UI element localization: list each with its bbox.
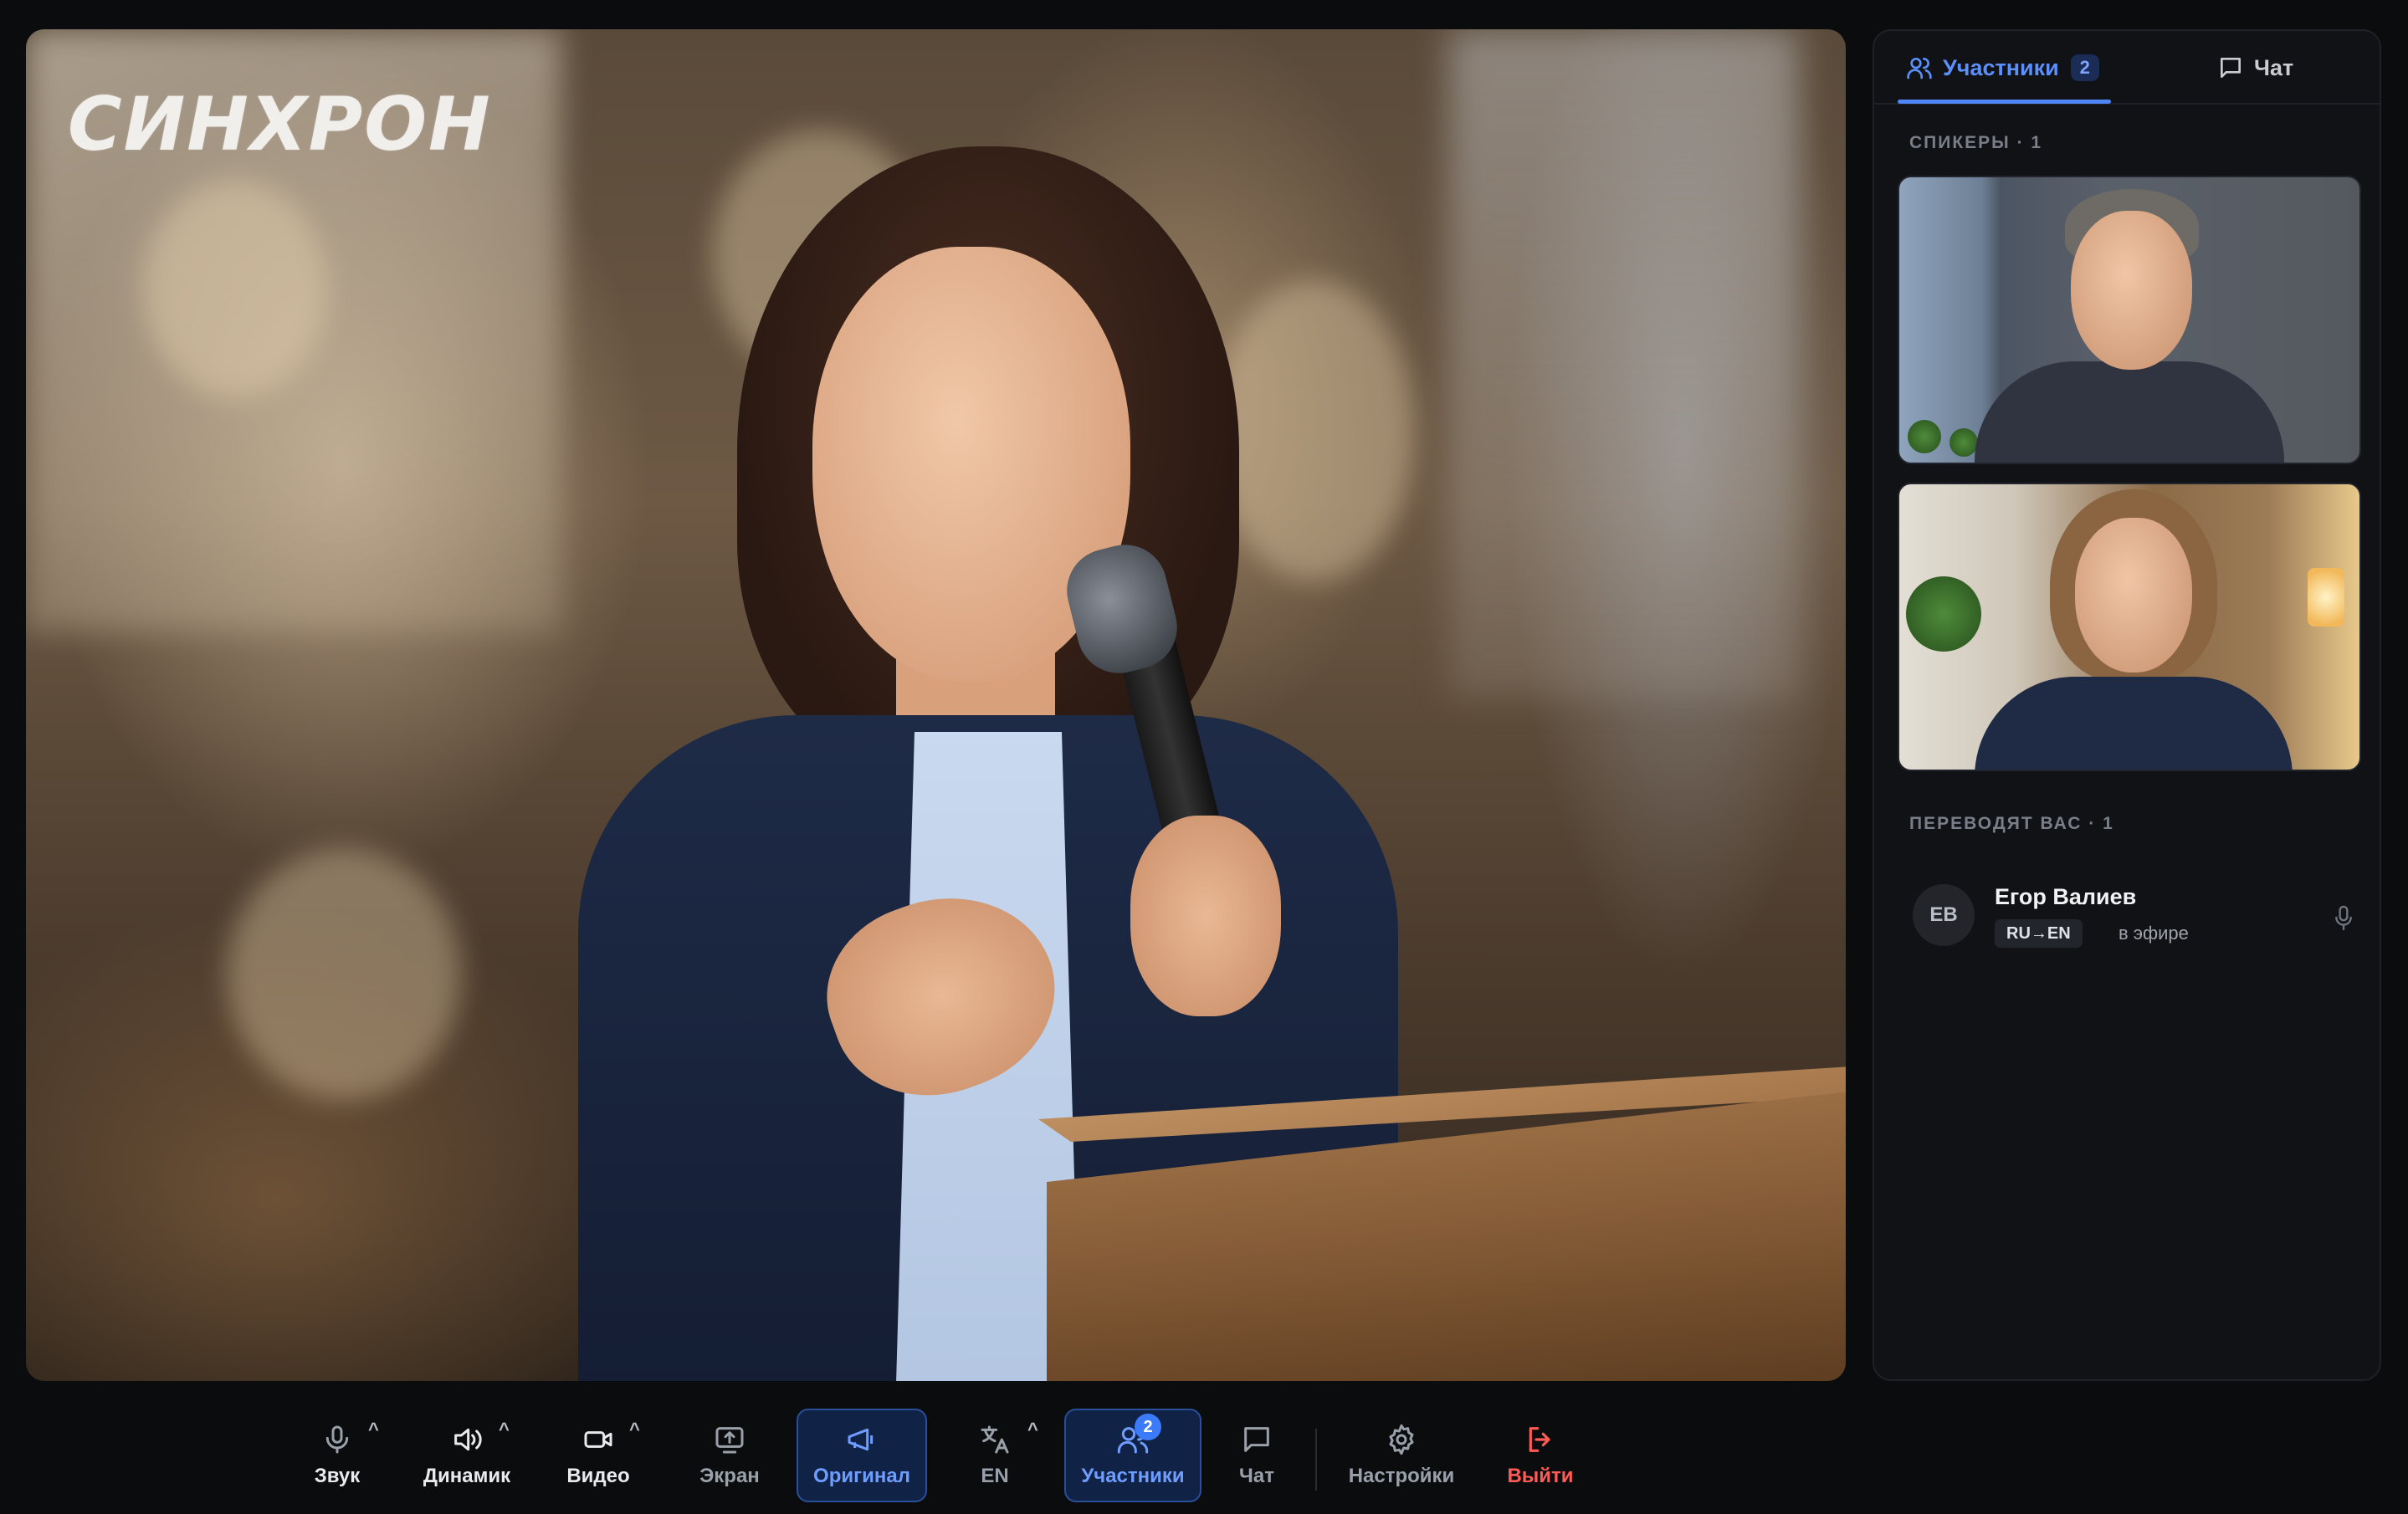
speaker-icon bbox=[454, 1428, 482, 1451]
plant bbox=[1949, 428, 1978, 457]
sound-button[interactable]: Звук bbox=[301, 1409, 373, 1502]
speaker-options-chevron-icon[interactable]: ^ bbox=[499, 1419, 515, 1440]
translate-icon bbox=[981, 1425, 1009, 1454]
chat-icon bbox=[2221, 58, 2241, 78]
participants-count-badge: 2 bbox=[1135, 1414, 1161, 1440]
camera-icon bbox=[584, 1431, 612, 1448]
language-options-chevron-icon[interactable]: ^ bbox=[1027, 1419, 1044, 1440]
users-icon bbox=[1907, 58, 1932, 79]
translator-row[interactable]: ЕВ Егор Валиев RU→EN в эфире bbox=[1898, 867, 2361, 959]
tab-participants[interactable]: Участники 2 bbox=[1906, 51, 2099, 84]
plant bbox=[1906, 576, 1981, 652]
language-pair-badge: RU→EN bbox=[1995, 919, 2083, 948]
person-body bbox=[1975, 677, 2293, 770]
side-panel-tabs: Участники 2 Чат bbox=[1874, 31, 2380, 105]
leave-label: Выйти bbox=[1507, 1465, 1574, 1487]
original-audio-label: Оригинал bbox=[813, 1465, 910, 1487]
toolbar-divider bbox=[1315, 1429, 1317, 1491]
screen-share-icon bbox=[715, 1427, 744, 1454]
speakers-section-title: СПИКЕРЫ · 1 bbox=[1909, 133, 2043, 152]
plant bbox=[1908, 420, 1941, 453]
exit-icon bbox=[1529, 1427, 1550, 1452]
chat-label: Чат bbox=[1239, 1465, 1274, 1487]
chat-button[interactable]: Чат bbox=[1225, 1409, 1289, 1502]
participants-label: Участники bbox=[1081, 1465, 1185, 1487]
screen-share-button[interactable]: Экран bbox=[691, 1409, 768, 1502]
person-face bbox=[2075, 518, 2192, 673]
participants-button[interactable]: Участники bbox=[1064, 1409, 1201, 1502]
person-face bbox=[2071, 211, 2192, 370]
video-button[interactable]: Видео bbox=[559, 1409, 638, 1502]
sound-options-chevron-icon[interactable]: ^ bbox=[368, 1419, 385, 1440]
original-audio-button[interactable]: Оригинал bbox=[797, 1409, 927, 1502]
side-panel: Участники 2 Чат СПИКЕРЫ · 1 ПЕРЕВОДЯТ ВА… bbox=[1873, 29, 2381, 1381]
gear-icon bbox=[1389, 1424, 1414, 1455]
megaphone-icon bbox=[848, 1428, 874, 1451]
video-options-chevron-icon[interactable]: ^ bbox=[629, 1419, 646, 1440]
active-tab-indicator bbox=[1898, 100, 2111, 104]
speaker-label: Динамик bbox=[423, 1465, 511, 1487]
language-label: EN bbox=[981, 1465, 1009, 1487]
lamp bbox=[2308, 568, 2344, 627]
tab-chat[interactable]: Чат bbox=[2217, 51, 2293, 84]
screen-share-label: Экран bbox=[699, 1465, 760, 1487]
bokeh-light bbox=[227, 849, 461, 1100]
chat-icon bbox=[1244, 1427, 1269, 1452]
microphone-icon bbox=[2335, 905, 2352, 931]
speaker-tile[interactable] bbox=[1898, 483, 2361, 771]
avatar: ЕВ bbox=[1913, 884, 1975, 946]
participants-count-badge: 2 bbox=[2070, 54, 2099, 81]
microphone-icon bbox=[325, 1425, 349, 1454]
main-speaker-video[interactable]: СИНХРОН bbox=[26, 29, 1846, 1381]
settings-label: Настройки bbox=[1348, 1465, 1455, 1487]
sound-label: Звук bbox=[314, 1465, 361, 1487]
person-body bbox=[1975, 361, 2284, 463]
speaker-hand-holding-mic bbox=[1130, 816, 1281, 1016]
speaker-tile[interactable] bbox=[1898, 176, 2361, 464]
brand-logo: СИНХРОН bbox=[68, 81, 492, 167]
bottom-toolbar: Звук ^ Динамик ^ Видео ^ Экран Оригинал … bbox=[0, 1394, 2408, 1514]
settings-button[interactable]: Настройки bbox=[1339, 1409, 1464, 1502]
bokeh-light bbox=[143, 180, 327, 397]
on-air-status: в эфире bbox=[2119, 923, 2189, 944]
language-button[interactable]: EN bbox=[961, 1409, 1029, 1502]
translator-name: Егор Валиев bbox=[1995, 884, 2137, 909]
video-label: Видео bbox=[566, 1465, 630, 1487]
translators-section-title: ПЕРЕВОДЯТ ВАС · 1 bbox=[1909, 814, 2114, 833]
background-screen-right bbox=[1448, 29, 1800, 698]
tab-participants-label: Участники bbox=[1943, 54, 2059, 80]
leave-button[interactable]: Выйти bbox=[1498, 1409, 1583, 1502]
conference-app: СИНХРОН Участники 2 Чат СПИКЕРЫ · 1 ПЕРЕ… bbox=[0, 0, 2408, 1514]
tab-chat-label: Чат bbox=[2254, 54, 2294, 80]
